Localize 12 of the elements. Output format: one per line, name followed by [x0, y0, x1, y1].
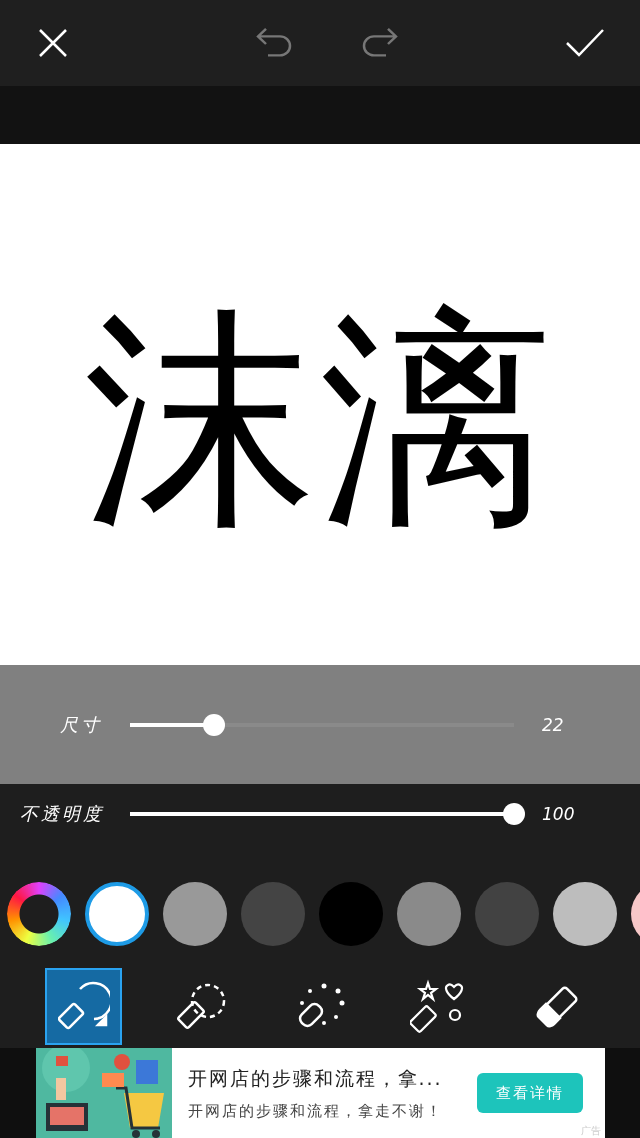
slider-value: 100	[542, 804, 575, 824]
slider-label: 尺寸	[59, 712, 103, 737]
undo-icon[interactable]	[254, 27, 294, 59]
close-icon[interactable]	[37, 27, 69, 59]
slider-label: 不透明度	[19, 802, 105, 826]
slider-value: 22	[542, 714, 564, 735]
ad-title: 开网店的步骤和流程，拿...	[187, 1065, 444, 1091]
canvas-text: 沫漓	[84, 303, 556, 536]
color-swatch[interactable]	[85, 882, 149, 946]
checkmark-icon[interactable]	[565, 27, 605, 59]
ad-subtitle: 开网店的步骤和流程，拿走不谢！	[187, 1101, 444, 1121]
redo-icon[interactable]	[360, 27, 400, 59]
